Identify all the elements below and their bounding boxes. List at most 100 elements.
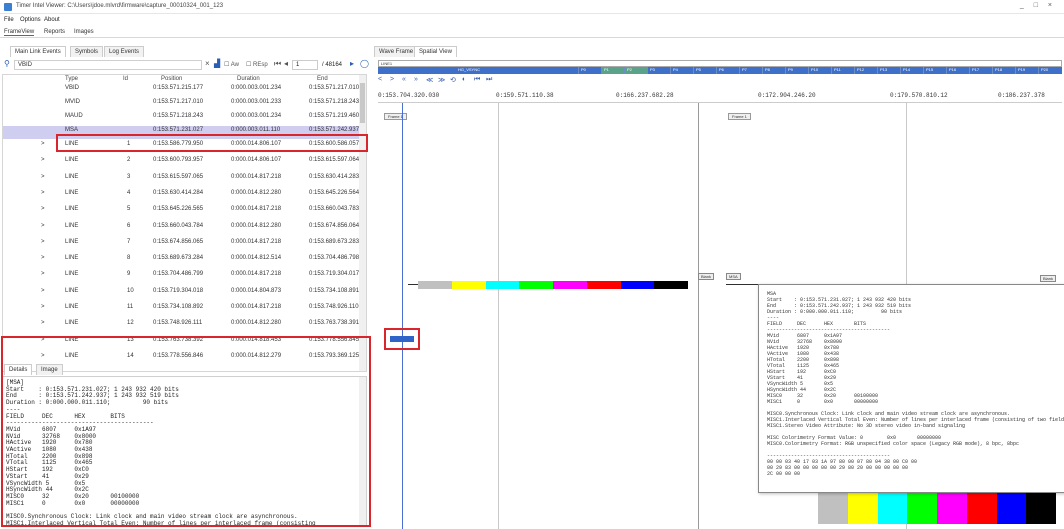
tab-main-link-events[interactable]: Main Link Events — [10, 46, 66, 57]
window-controls[interactable]: _ □ × — [1020, 2, 1056, 9]
table-row[interactable]: > LINE 11 0:153.734.108.892 0:000.014.817.21… — [3, 303, 360, 316]
search-input[interactable]: VBID — [14, 60, 202, 70]
table-row[interactable]: > LINE 6 0:153.660.043.784 0:000.014.812.280… — [3, 222, 360, 235]
tab-images[interactable]: Images — [74, 29, 94, 35]
timeline-slot[interactable]: P6 — [716, 67, 739, 74]
timeline-slot[interactable]: P7 — [739, 67, 762, 74]
col-end[interactable]: End — [317, 76, 328, 82]
timeline-bar[interactable]: LINE1 HG_VSYNC P0 P1 P2 P3 P4 P5 P6 P7 P8 P9 P10 P1… — [378, 60, 1062, 74]
tab-image[interactable]: Image — [36, 364, 63, 375]
jump-back-icon[interactable]: ≪ — [426, 76, 433, 84]
tab-log-events[interactable]: Log Events — [104, 46, 145, 57]
cell-id: 5 — [127, 206, 131, 213]
timeline-slot[interactable]: P10 — [808, 67, 831, 74]
timeline-slot[interactable]: P3 — [647, 67, 670, 74]
jump-forward-icon[interactable]: ≫ — [438, 76, 445, 84]
col-duration[interactable]: Duration — [237, 76, 260, 82]
page-number-input[interactable]: 1 — [292, 60, 318, 70]
cell-duration: 0:000.014.817.218 — [231, 238, 282, 245]
cursor-line[interactable] — [402, 103, 403, 529]
prev-page-icon[interactable]: ◂ — [284, 59, 288, 68]
row-expander[interactable]: > — [41, 223, 45, 229]
row-expander[interactable]: > — [41, 353, 45, 359]
timeline-slot[interactable]: P16 — [946, 67, 969, 74]
col-position[interactable]: Position — [161, 76, 182, 82]
row-expander[interactable]: > — [41, 190, 45, 196]
table-row[interactable]: VBID 0:153.571.215.177 0:000.003.001.234 0:… — [3, 84, 360, 97]
timeline-slot[interactable]: P11 — [831, 67, 854, 74]
fast-forward-icon[interactable]: » — [414, 76, 418, 83]
clear-icon[interactable]: × — [205, 59, 210, 68]
menu-options[interactable]: Options — [20, 17, 41, 23]
timeline-slot[interactable]: P13 — [877, 67, 900, 74]
row-expander[interactable]: > — [41, 157, 45, 163]
row-expander[interactable]: > — [41, 288, 45, 294]
row-expander[interactable]: > — [41, 304, 45, 310]
timeline-slot[interactable]: P14 — [900, 67, 923, 74]
table-row[interactable]: MAUD 0:153.571.218.243 0:000.003.001.234 0:… — [3, 112, 360, 125]
row-expander[interactable]: > — [41, 320, 45, 326]
timeline-slot[interactable]: P20 — [1038, 67, 1061, 74]
row-expander[interactable]: > — [41, 255, 45, 261]
table-scrollbar[interactable] — [359, 75, 366, 371]
tab-symbols[interactable]: Symbols — [70, 46, 104, 57]
table-row[interactable]: > LINE 5 0:153.645.226.565 0:000.014.817.218… — [3, 205, 360, 218]
rewind-icon[interactable]: « — [402, 76, 406, 83]
timeline-slot[interactable]: P4 — [670, 67, 693, 74]
timeline-slot[interactable]: P1 — [601, 67, 624, 74]
table-row[interactable]: > LINE 10 0:153.719.304.018 0:000.014.804.87… — [3, 287, 360, 300]
table-row[interactable]: > LINE 7 0:153.674.856.065 0:000.014.817.218… — [3, 238, 360, 251]
zoom-fit-icon[interactable]: ◐ — [462, 76, 466, 83]
tab-frameview[interactable]: FrameView — [4, 29, 35, 36]
row-expander[interactable]: > — [41, 271, 45, 277]
last-icon[interactable]: ⏭ — [486, 76, 492, 84]
menu-about[interactable]: About — [44, 17, 60, 23]
case-toggle[interactable]: ☐ Aw — [224, 61, 239, 68]
col-type[interactable]: Type — [65, 76, 78, 82]
scroll-thumb[interactable] — [360, 83, 365, 123]
menu-file[interactable]: File — [4, 17, 14, 23]
table-row[interactable]: MVID 0:153.571.217.010 0:000.003.001.233 0:… — [3, 98, 360, 111]
table-row[interactable]: > LINE 3 0:153.615.597.065 0:000.014.817.218… — [3, 173, 360, 186]
reset-zoom-icon[interactable]: ⟲ — [450, 76, 456, 84]
timeline-slot[interactable]: P9 — [785, 67, 808, 74]
table-row[interactable]: > LINE 14 0:153.778.556.846 0:000.014.812.27… — [3, 352, 360, 365]
timeline-slot[interactable]: P0 — [578, 67, 601, 74]
details-scrollbar[interactable] — [359, 377, 366, 525]
timeline-slot[interactable]: P18 — [992, 67, 1015, 74]
timeline-slot[interactable]: P15 — [923, 67, 946, 74]
first-page-icon[interactable]: ⏮ — [274, 59, 281, 69]
table-row[interactable]: > LINE 12 0:153.748.926.111 0:000.014.812.28… — [3, 319, 360, 332]
timeline-slot[interactable]: P12 — [854, 67, 877, 74]
table-row[interactable]: > LINE 13 0:153.763.738.392 0:000.014.818.45… — [3, 336, 360, 349]
tab-reports[interactable]: Reports — [44, 29, 65, 35]
prev-icon[interactable]: < — [378, 76, 382, 83]
filter-icon[interactable]: ▟ — [214, 59, 220, 68]
table-row[interactable]: MSA 0:153.571.231.027 0:000.003.011.110 0:1… — [3, 126, 360, 139]
next-icon[interactable]: > — [390, 76, 394, 83]
table-row[interactable]: > LINE 8 0:153.689.673.284 0:000.014.812.514… — [3, 254, 360, 267]
row-expander[interactable]: > — [41, 239, 45, 245]
timeline-slot[interactable]: P17 — [969, 67, 992, 74]
refresh-icon[interactable]: ◯ — [360, 59, 369, 68]
timeline-slot[interactable]: P8 — [762, 67, 785, 74]
table-row[interactable]: > LINE 1 0:153.586.779.950 0:000.014.806.107… — [3, 140, 360, 153]
timeline-slot[interactable]: P19 — [1015, 67, 1038, 74]
timeline-slot[interactable]: P5 — [693, 67, 716, 74]
row-expander[interactable]: > — [41, 337, 45, 343]
first-icon[interactable]: ⏮ — [474, 76, 480, 84]
row-expander[interactable]: > — [41, 174, 45, 180]
col-id[interactable]: Id — [123, 76, 128, 82]
tab-details[interactable]: Details — [4, 364, 33, 375]
tab-spatial-view[interactable]: Spatial View — [414, 46, 457, 57]
table-row[interactable]: > LINE 4 0:153.630.414.284 0:000.014.812.280… — [3, 189, 360, 202]
next-page-icon[interactable]: ▸ — [350, 59, 354, 68]
tab-wave-frame[interactable]: Wave Frame — [374, 46, 419, 57]
msa-marker[interactable] — [390, 336, 414, 342]
row-expander[interactable]: > — [41, 206, 45, 212]
regex-toggle[interactable]: ☐ REsp — [246, 61, 268, 68]
table-row[interactable]: > LINE 2 0:153.600.793.957 0:000.014.806.107… — [3, 156, 360, 169]
table-row[interactable]: > LINE 9 0:153.704.486.799 0:000.014.817.218… — [3, 270, 360, 283]
timeline-slot[interactable]: P2 — [624, 67, 647, 74]
row-expander[interactable]: > — [41, 141, 45, 147]
